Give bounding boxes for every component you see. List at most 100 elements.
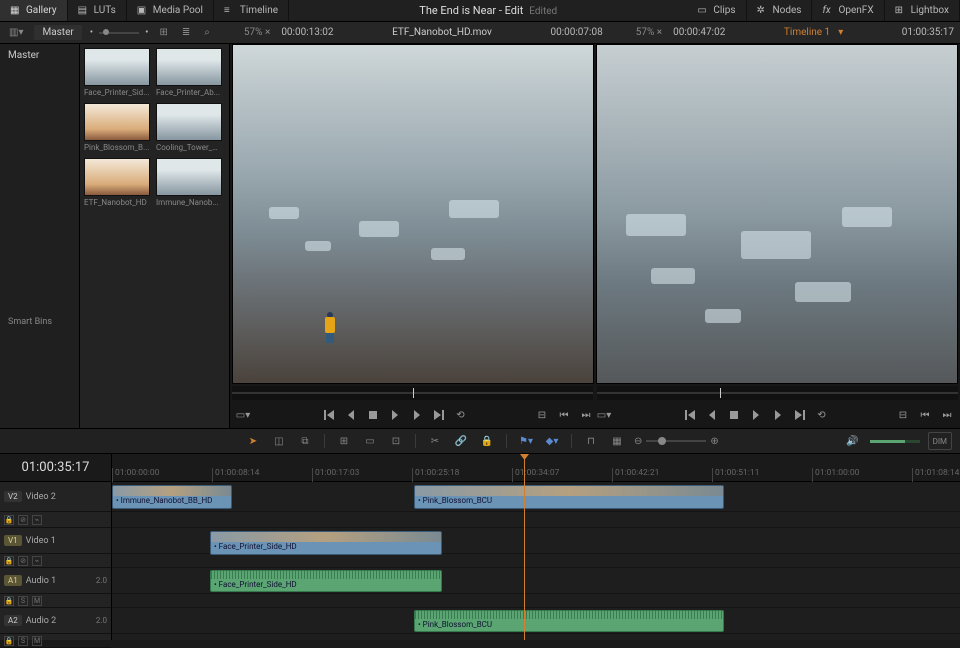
prg-stop[interactable] bbox=[725, 406, 743, 424]
clip-thumb[interactable]: Face_Printer_Ab... bbox=[156, 48, 222, 97]
src-play[interactable] bbox=[386, 406, 404, 424]
track-head-v2[interactable]: V2Video 2 bbox=[0, 482, 111, 512]
program-zoom[interactable]: 57% × bbox=[633, 27, 665, 38]
curve-icon[interactable]: ⌁ bbox=[32, 515, 42, 525]
master-folder[interactable]: Master bbox=[4, 48, 75, 63]
track-v1[interactable]: • Face_Printer_Side_HD bbox=[112, 528, 960, 554]
src-next-clip[interactable]: ⏭ bbox=[577, 406, 595, 424]
src-first-frame[interactable] bbox=[320, 406, 338, 424]
tool-trim-icon[interactable]: ◫ bbox=[270, 432, 288, 450]
master-timecode[interactable]: 01:00:35:17 bbox=[0, 454, 111, 482]
track-a1[interactable]: • Face_Printer_Side_HD bbox=[112, 568, 960, 594]
master-bin-label[interactable]: Master bbox=[34, 25, 81, 40]
timeline-name[interactable]: Timeline 1 bbox=[784, 27, 830, 38]
tool-insert-icon[interactable]: ⊞ bbox=[335, 432, 353, 450]
view-list-icon[interactable]: ≣ bbox=[179, 27, 193, 38]
clip-thumb[interactable]: Pink_Blossom_B... bbox=[84, 103, 150, 152]
src-last-frame[interactable] bbox=[430, 406, 448, 424]
track-head-a2[interactable]: A2Audio 22.0 bbox=[0, 608, 111, 634]
track-head-a2-ctrl[interactable]: 🔒SM bbox=[0, 634, 111, 648]
clip-thumb[interactable]: Face_Printer_Sid... bbox=[84, 48, 150, 97]
clip-thumb[interactable]: Immune_Nanob... bbox=[156, 158, 222, 207]
volume-icon[interactable]: 🔊 bbox=[844, 432, 862, 450]
track-head-v2-ctrl[interactable]: 🔒 ⊘ ⌁ bbox=[0, 512, 111, 528]
timeline-clip[interactable]: • Immune_Nanobot_BB_HD bbox=[112, 485, 232, 509]
tool-overwrite-icon[interactable]: ▭ bbox=[361, 432, 379, 450]
timeline-clip[interactable]: • Face_Printer_Side_HD bbox=[210, 531, 442, 555]
thumb-size-slider[interactable]: •• bbox=[90, 27, 149, 38]
tab-luts[interactable]: ▤LUTs bbox=[68, 0, 127, 21]
clip-thumb[interactable]: Cooling_Tower_1... bbox=[156, 103, 222, 152]
tab-openfx[interactable]: fxOpenFX bbox=[812, 0, 884, 21]
prg-loop[interactable]: ⟲ bbox=[813, 406, 831, 424]
prg-view-mode[interactable]: ▭▾ bbox=[595, 406, 613, 424]
tool-thumbnails-icon[interactable]: ▦ bbox=[608, 432, 626, 450]
tab-gallery[interactable]: ▦Gallery bbox=[0, 0, 68, 21]
luts-icon: ▤ bbox=[78, 5, 90, 17]
prg-prev-frame[interactable] bbox=[703, 406, 721, 424]
track-head-v1[interactable]: V1Video 1 bbox=[0, 528, 111, 554]
dim-button[interactable]: DIM bbox=[928, 432, 952, 450]
browser-view-toggle[interactable]: ▥▾ bbox=[6, 27, 26, 38]
source-monitor[interactable] bbox=[232, 44, 594, 384]
tool-marker-icon[interactable]: ◆▾ bbox=[543, 432, 561, 450]
src-next-frame[interactable] bbox=[408, 406, 426, 424]
track-head-a1[interactable]: A1Audio 12.0 bbox=[0, 568, 111, 594]
prg-first-frame[interactable] bbox=[681, 406, 699, 424]
tool-arrow-icon[interactable]: ➤ bbox=[244, 432, 262, 450]
prg-match-frame[interactable]: ⊟ bbox=[894, 406, 912, 424]
source-view-mode[interactable]: ▭▾ bbox=[234, 406, 252, 424]
tab-timeline[interactable]: ≡Timeline bbox=[214, 0, 289, 21]
src-match-frame[interactable]: ⊟ bbox=[533, 406, 551, 424]
view-grid-icon[interactable]: ⊞ bbox=[157, 27, 171, 38]
ruler-tick: 01:00:00:00 bbox=[112, 468, 159, 482]
source-scrubber[interactable] bbox=[232, 386, 593, 400]
search-icon[interactable]: ⌕ bbox=[201, 27, 213, 38]
track-head-v1-ctrl[interactable]: 🔒⊘⌁ bbox=[0, 554, 111, 568]
tool-lock-icon[interactable]: 🔒 bbox=[478, 432, 496, 450]
prg-next-edit[interactable]: ⏭ bbox=[938, 406, 956, 424]
src-stop[interactable] bbox=[364, 406, 382, 424]
ruler-tick: 01:00:25:18 bbox=[412, 468, 459, 482]
timeline-zoom[interactable]: ⊖⊕ bbox=[634, 436, 719, 447]
tool-blade-icon[interactable]: ✂ bbox=[426, 432, 444, 450]
tool-replace-icon[interactable]: ⊡ bbox=[387, 432, 405, 450]
prg-next-frame[interactable] bbox=[769, 406, 787, 424]
lock-icon[interactable]: 🔒 bbox=[4, 515, 14, 525]
openfx-icon: fx bbox=[822, 5, 834, 17]
tab-clips[interactable]: ▭Clips bbox=[687, 0, 746, 21]
prg-prev-edit[interactable]: ⏮ bbox=[916, 406, 934, 424]
tool-link-icon[interactable]: 🔗 bbox=[452, 432, 470, 450]
source-zoom[interactable]: 57% × bbox=[241, 27, 273, 38]
track-head-a1-ctrl[interactable]: 🔒SM bbox=[0, 594, 111, 608]
timeline-ruler[interactable]: 01:00:00:0001:00:08:1401:00:17:0301:00:2… bbox=[112, 454, 960, 482]
tab-nodes[interactable]: ✲Nodes bbox=[747, 0, 813, 21]
clip-name: ETF_Nanobot_HD.mov bbox=[392, 27, 492, 38]
tool-dynamic-trim-icon[interactable]: ⧉ bbox=[296, 432, 314, 450]
timeline-clip[interactable]: • Pink_Blossom_BCU bbox=[414, 485, 724, 509]
playhead[interactable] bbox=[524, 454, 525, 640]
src-prev-frame[interactable] bbox=[342, 406, 360, 424]
clip-name-label: Face_Printer_Ab... bbox=[156, 86, 222, 97]
tool-snap-icon[interactable]: ⊓ bbox=[582, 432, 600, 450]
disable-icon[interactable]: ⊘ bbox=[18, 515, 28, 525]
tab-media-pool[interactable]: ▣Media Pool bbox=[127, 0, 214, 21]
volume-slider[interactable] bbox=[870, 440, 920, 443]
track-v2[interactable]: • Immune_Nanobot_BB_HD • Pink_Blossom_BCU bbox=[112, 482, 960, 512]
prg-play[interactable] bbox=[747, 406, 765, 424]
clip-thumb[interactable]: ETF_Nanobot_HD bbox=[84, 158, 150, 207]
prg-last-frame[interactable] bbox=[791, 406, 809, 424]
tool-flag-icon[interactable]: ⚑▾ bbox=[517, 432, 535, 450]
src-prev-clip[interactable]: ⏮ bbox=[555, 406, 573, 424]
smart-bins-label[interactable]: Smart Bins bbox=[4, 313, 75, 331]
src-loop[interactable]: ⟲ bbox=[452, 406, 470, 424]
clip-name-label: Pink_Blossom_B... bbox=[84, 141, 150, 152]
track-a2[interactable]: • Pink_Blossom_BCU bbox=[112, 608, 960, 634]
clip-name-label: ETF_Nanobot_HD bbox=[84, 196, 150, 207]
program-scrubber[interactable] bbox=[597, 386, 958, 400]
timeline-clip[interactable]: • Pink_Blossom_BCU bbox=[414, 610, 724, 632]
tab-lightbox[interactable]: ⊞Lightbox bbox=[885, 0, 960, 21]
program-monitor[interactable] bbox=[596, 44, 958, 384]
timeline-icon: ≡ bbox=[224, 5, 236, 17]
timeline-clip[interactable]: • Face_Printer_Side_HD bbox=[210, 570, 442, 592]
